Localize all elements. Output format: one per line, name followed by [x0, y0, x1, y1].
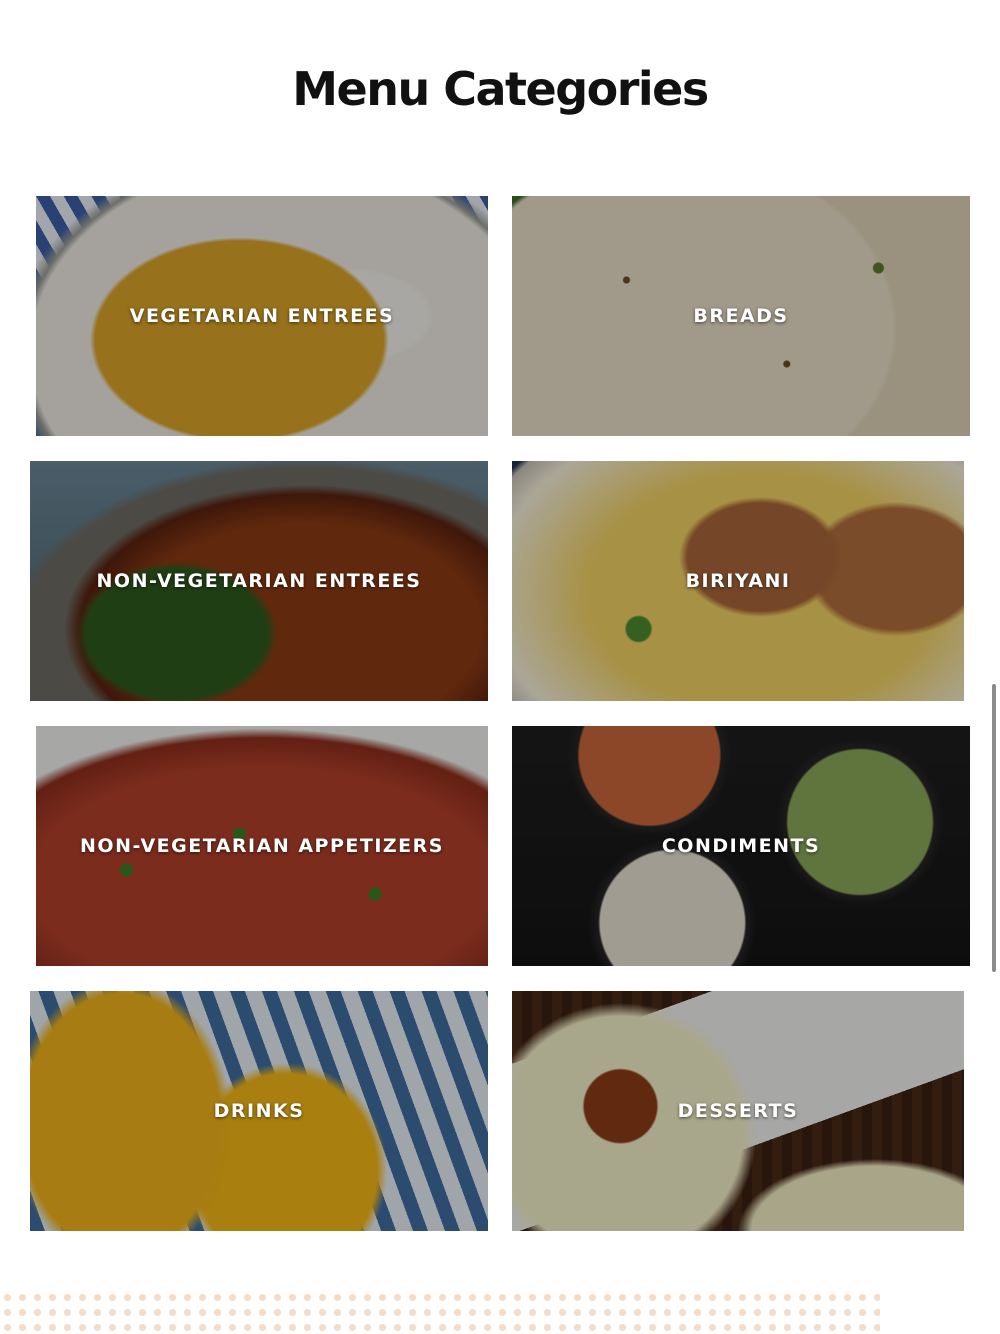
decorative-dot-pattern — [0, 1290, 880, 1334]
category-label: BREADS — [693, 305, 789, 327]
category-tile-breads[interactable]: BREADS — [512, 196, 970, 436]
category-label: DRINKS — [213, 1100, 305, 1122]
category-tile-drinks[interactable]: DRINKS — [30, 991, 488, 1231]
page-title: Menu Categories — [292, 62, 709, 116]
category-label: CONDIMENTS — [661, 835, 821, 857]
category-tile-desserts[interactable]: DESSERTS — [512, 991, 964, 1231]
category-tile-biriyani[interactable]: BIRIYANI — [512, 461, 964, 701]
scrollbar[interactable] — [992, 684, 996, 972]
category-label: VEGETARIAN ENTREES — [129, 305, 395, 327]
category-tile-vegetarian-entrees[interactable]: VEGETARIAN ENTREES — [36, 196, 488, 436]
category-label: NON-VEGETARIAN ENTREES — [96, 570, 422, 592]
category-label: NON-VEGETARIAN APPETIZERS — [80, 835, 444, 857]
category-tile-condiments[interactable]: CONDIMENTS — [512, 726, 970, 966]
category-tile-non-vegetarian-entrees[interactable]: NON-VEGETARIAN ENTREES — [30, 461, 488, 701]
category-tile-non-vegetarian-appetizers[interactable]: NON-VEGETARIAN APPETIZERS — [36, 726, 488, 966]
category-label: BIRIYANI — [685, 570, 791, 592]
category-label: DESSERTS — [677, 1100, 799, 1122]
